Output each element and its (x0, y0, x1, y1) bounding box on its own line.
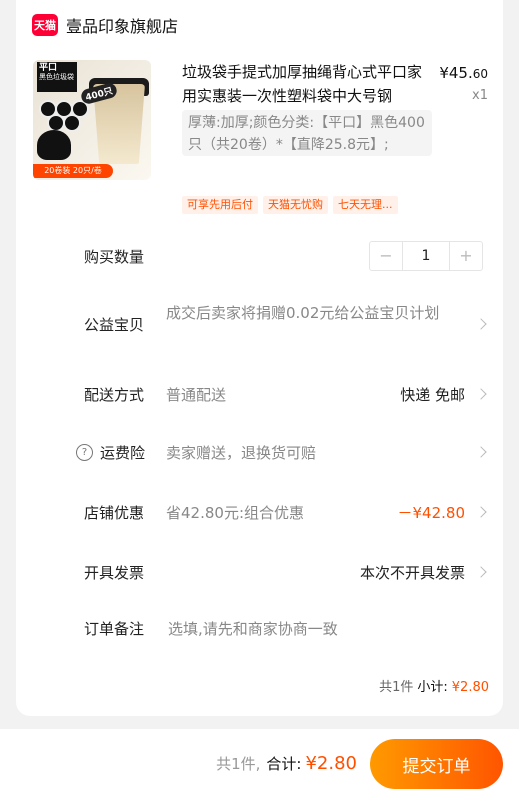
service-tags: 可享先用后付 天猫无忧购 七天无理... (182, 196, 403, 214)
service-tag: 可享先用后付 (182, 196, 258, 214)
quantity-input[interactable]: 1 (402, 242, 450, 270)
chevron-right-icon (475, 318, 487, 330)
store-name[interactable]: 壹品印象旗舰店 (66, 13, 178, 37)
decrement-button[interactable]: − (370, 242, 402, 270)
tmall-logo-icon: 天猫 (32, 14, 58, 36)
invoice-label: 开具发票 (84, 564, 145, 582)
store-discount-value: 省42.80元:组合优惠 (166, 504, 304, 522)
shipping-insurance-label: 运费险 (100, 444, 146, 462)
shipping-insurance-row[interactable]: ? 运费险 卖家赠送，退换货可赔 (16, 432, 503, 472)
welfare-label: 公益宝贝 (84, 316, 145, 334)
increment-button[interactable]: + (450, 242, 482, 270)
delivery-row[interactable]: 配送方式 普通配送 快递 免邮 (16, 374, 503, 414)
remark-label: 订单备注 (84, 620, 145, 638)
help-icon[interactable]: ? (76, 444, 93, 461)
remark-input[interactable]: 选填,请先和商家协商一致 (168, 618, 338, 639)
shipping-insurance-value: 卖家赠送，退换货可赔 (166, 444, 317, 462)
product-title[interactable]: 垃圾袋手提式加厚抽绳背心式平口家用实惠装一次性塑料袋中大号钢 (182, 60, 426, 108)
chevron-right-icon (475, 446, 487, 458)
chevron-right-icon (475, 506, 487, 518)
delivery-value: 普通配送 (166, 386, 227, 404)
invoice-row[interactable]: 开具发票 本次不开具发票 (16, 552, 503, 592)
quantity-stepper[interactable]: − 1 + (369, 241, 483, 271)
product-count: x1 (472, 88, 488, 103)
quantity-label: 购买数量 (84, 248, 145, 266)
remark-row[interactable]: 订单备注 选填,请先和商家协商一致 (16, 608, 503, 648)
thumb-strip: 20卷装 20只/卷 (33, 164, 113, 178)
delivery-label: 配送方式 (84, 386, 145, 404)
delivery-option: 快递 免邮 (400, 386, 465, 404)
bottom-bar: 共1件, 合计: ¥2.80 提交订单 (0, 729, 519, 800)
submit-order-button[interactable]: 提交订单 (370, 739, 503, 789)
service-tag: 天猫无忧购 (263, 196, 328, 214)
sku-selector[interactable]: 厚薄:加厚;颜色分类:【平口】黑色400只（共20卷）*【直降25.8元】; (182, 110, 432, 156)
thumb-tag: 平口 黑色垃圾袋 (37, 62, 77, 92)
service-tag: 七天无理... (333, 196, 398, 214)
order-card: 天猫 壹品印象旗舰店 平口 黑色垃圾袋 400只 20卷装 20只/卷 垃圾袋手… (16, 0, 503, 716)
invoice-value: 本次不开具发票 (359, 564, 465, 582)
store-header[interactable]: 天猫 壹品印象旗舰店 (32, 12, 178, 38)
chevron-right-icon (475, 388, 487, 400)
subtotal: 共1件 小计: ¥2.80 (379, 680, 489, 695)
product-price: ¥45.60 (439, 64, 488, 82)
store-discount-amount: －¥42.80 (397, 504, 466, 522)
welfare-text: 成交后卖家将捐赠0.02元给公益宝贝计划 (166, 304, 440, 322)
product-thumbnail[interactable]: 平口 黑色垃圾袋 400只 20卷装 20只/卷 (33, 60, 151, 180)
store-discount-label: 店铺优惠 (84, 504, 145, 522)
store-discount-row[interactable]: 店铺优惠 省42.80元:组合优惠 －¥42.80 (16, 492, 503, 532)
chevron-right-icon (475, 566, 487, 578)
order-total: 共1件, 合计: ¥2.80 (216, 753, 357, 774)
